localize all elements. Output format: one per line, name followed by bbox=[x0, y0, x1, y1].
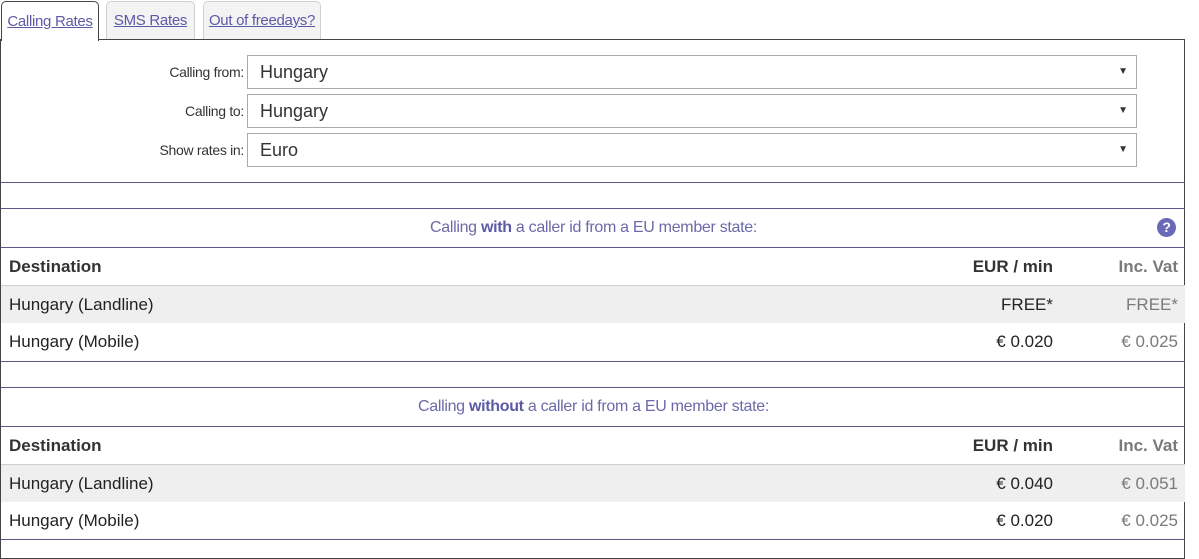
show-rates-in-row: Show rates in: Euro ▼ bbox=[1, 133, 1186, 167]
divider bbox=[1, 182, 1186, 183]
calling-to-label: Calling to: bbox=[185, 103, 244, 119]
inc-vat-cell: FREE* bbox=[1126, 295, 1178, 314]
table-header: Destination EUR / min Inc. Vat bbox=[1, 248, 1186, 285]
divider bbox=[1, 539, 1186, 540]
calling-from-select[interactable]: Hungary ▼ bbox=[247, 55, 1137, 89]
calling-to-row: Calling to: Hungary ▼ bbox=[1, 94, 1186, 128]
tab-calling-rates[interactable]: Calling Rates bbox=[1, 1, 99, 41]
inc-vat-cell: € 0.051 bbox=[1121, 474, 1178, 493]
chevron-down-icon: ▼ bbox=[1118, 66, 1128, 77]
calling-to-select[interactable]: Hungary ▼ bbox=[247, 94, 1137, 128]
calling-from-label: Calling from: bbox=[169, 64, 244, 80]
table-row: Hungary (Mobile) € 0.020 € 0.025 bbox=[1, 323, 1186, 360]
tab-out-of-freedays[interactable]: Out of freedays? bbox=[203, 1, 321, 39]
section-title-text: Calling bbox=[417, 398, 469, 415]
divider bbox=[1, 285, 1186, 286]
header-inc-vat: Inc. Vat bbox=[1118, 257, 1178, 276]
calling-to-value: Hungary bbox=[260, 101, 329, 121]
calling-from-value: Hungary bbox=[260, 62, 329, 82]
table-row: Hungary (Mobile) € 0.020 € 0.025 bbox=[1, 502, 1186, 539]
section-title-emphasis: without bbox=[468, 398, 524, 415]
table-row: Hungary (Landline) FREE* FREE* bbox=[1, 286, 1186, 323]
section-title-text: a caller id from a EU member state: bbox=[511, 219, 758, 236]
table-header: Destination EUR / min Inc. Vat bbox=[1, 427, 1186, 464]
rate-cell: € 0.040 bbox=[996, 474, 1053, 493]
destination-cell: Hungary (Mobile) bbox=[9, 511, 140, 530]
rate-cell: € 0.020 bbox=[996, 511, 1053, 530]
show-rates-in-label: Show rates in: bbox=[159, 142, 244, 158]
section-title-emphasis: with bbox=[480, 219, 512, 236]
show-rates-in-select[interactable]: Euro ▼ bbox=[247, 133, 1137, 167]
header-inc-vat: Inc. Vat bbox=[1118, 436, 1178, 455]
section-title-with-caller-id: Calling with a caller id from a EU membe… bbox=[1, 209, 1186, 247]
section-title-text: a caller id from a EU member state: bbox=[523, 398, 770, 415]
tab-sms-rates[interactable]: SMS Rates bbox=[106, 1, 195, 39]
table-row: Hungary (Landline) € 0.040 € 0.051 bbox=[1, 465, 1186, 502]
rate-cell: € 0.020 bbox=[996, 332, 1053, 351]
destination-cell: Hungary (Landline) bbox=[9, 474, 154, 493]
header-rate: EUR / min bbox=[972, 257, 1053, 276]
divider bbox=[1, 361, 1186, 362]
inc-vat-cell: € 0.025 bbox=[1121, 332, 1178, 351]
rates-panel: Calling from: Hungary ▼ Calling to: Hung… bbox=[0, 39, 1186, 559]
chevron-down-icon: ▼ bbox=[1118, 144, 1128, 155]
help-icon[interactable]: ? bbox=[1157, 218, 1176, 237]
inc-vat-cell: € 0.025 bbox=[1121, 511, 1178, 530]
destination-cell: Hungary (Mobile) bbox=[9, 332, 140, 351]
header-rate: EUR / min bbox=[972, 436, 1053, 455]
chevron-down-icon: ▼ bbox=[1118, 105, 1128, 116]
page-margin bbox=[1185, 0, 1199, 550]
destination-cell: Hungary (Landline) bbox=[9, 295, 154, 314]
tab-bar: Calling Rates SMS Rates Out of freedays? bbox=[0, 0, 1199, 41]
divider bbox=[1, 464, 1186, 465]
section-title-text: Calling bbox=[429, 219, 481, 236]
header-destination: Destination bbox=[9, 436, 102, 455]
rate-cell: FREE* bbox=[1001, 295, 1053, 314]
calling-from-row: Calling from: Hungary ▼ bbox=[1, 55, 1186, 89]
show-rates-in-value: Euro bbox=[260, 140, 299, 160]
header-destination: Destination bbox=[9, 257, 102, 276]
section-title-without-caller-id: Calling without a caller id from a EU me… bbox=[1, 388, 1186, 426]
